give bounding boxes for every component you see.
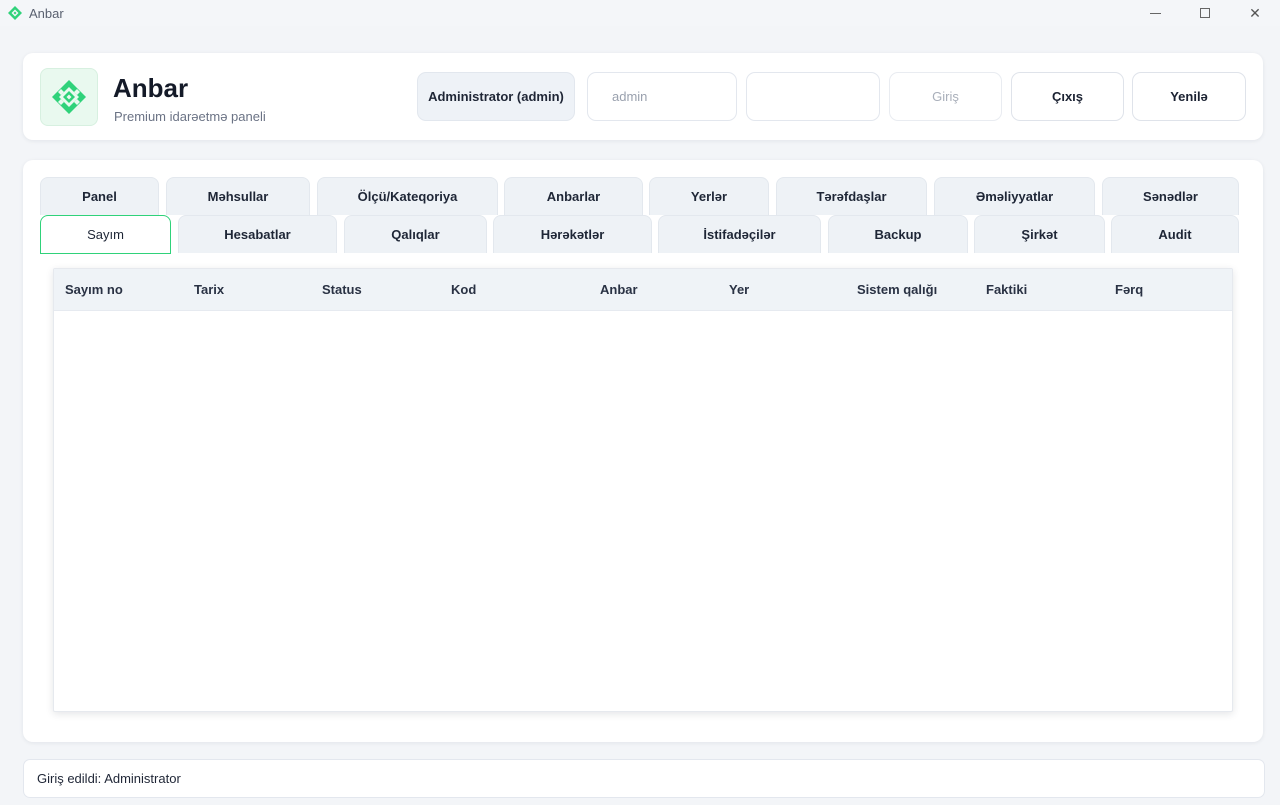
- tab-balances[interactable]: Qalıqlar: [344, 215, 487, 253]
- tab-users[interactable]: İstifadəçilər: [658, 215, 821, 253]
- close-button[interactable]: ✕: [1230, 0, 1280, 26]
- window-titlebar: Anbar ✕: [0, 0, 1280, 26]
- tab-warehouses[interactable]: Anbarlar: [504, 177, 643, 215]
- column-header-warehouse[interactable]: Anbar: [600, 269, 638, 311]
- column-header-system-balance[interactable]: Sistem qalığı: [857, 269, 937, 311]
- status-bar: Giriş edildi: Administrator: [23, 759, 1265, 798]
- app-subtitle: Premium idarəetmə paneli: [114, 109, 266, 124]
- diamond-logo-icon: [52, 80, 86, 114]
- column-header-code[interactable]: Kod: [451, 269, 476, 311]
- header-card: Anbar Premium idarəetmə paneli Administr…: [23, 53, 1263, 140]
- column-header-location[interactable]: Yer: [729, 269, 749, 311]
- tab-company[interactable]: Şirkət: [974, 215, 1105, 253]
- tab-audit[interactable]: Audit: [1111, 215, 1239, 253]
- login-button[interactable]: Giriş: [889, 72, 1002, 121]
- tab-products[interactable]: Məhsullar: [166, 177, 310, 215]
- status-text: Giriş edildi: Administrator: [37, 771, 181, 786]
- tab-operations[interactable]: Əməliyyatlar: [934, 177, 1095, 215]
- app-title: Anbar: [113, 73, 189, 103]
- tab-movements[interactable]: Hərəkətlər: [493, 215, 652, 253]
- minimize-icon: [1149, 12, 1161, 14]
- maximize-button[interactable]: [1180, 0, 1230, 26]
- tab-locations[interactable]: Yerlər: [649, 177, 769, 215]
- tab-documents[interactable]: Sənədlər: [1102, 177, 1239, 215]
- tab-partners[interactable]: Tərəfdaşlar: [776, 177, 927, 215]
- main-card: Panel Məhsullar Ölçü/Kateqoriya Anbarlar…: [23, 160, 1263, 742]
- count-table: Sayım no Tarix Status Kod Anbar Yer Sist…: [53, 268, 1233, 712]
- tab-count[interactable]: Sayım: [40, 215, 171, 254]
- close-icon: ✕: [1249, 4, 1261, 21]
- password-input[interactable]: [746, 72, 880, 121]
- logo: [40, 68, 98, 126]
- column-header-actual[interactable]: Faktiki: [986, 269, 1027, 311]
- tab-reports[interactable]: Hesabatlar: [178, 215, 337, 253]
- maximize-icon: [1200, 8, 1210, 18]
- column-header-difference[interactable]: Fərq: [1115, 269, 1143, 311]
- tab-panel[interactable]: Panel: [40, 177, 159, 215]
- column-header-count-no[interactable]: Sayım no: [65, 269, 123, 311]
- username-input[interactable]: admin: [587, 72, 737, 121]
- minimize-button[interactable]: [1130, 0, 1180, 26]
- role-badge: Administrator (admin): [417, 72, 575, 121]
- column-header-date[interactable]: Tarix: [194, 269, 224, 311]
- tab-units-categories[interactable]: Ölçü/Kateqoriya: [317, 177, 498, 215]
- window-title: Anbar: [29, 5, 64, 21]
- table-header: Sayım no Tarix Status Kod Anbar Yer Sist…: [54, 269, 1232, 311]
- column-header-status[interactable]: Status: [322, 269, 362, 311]
- refresh-button[interactable]: Yenilə: [1132, 72, 1246, 121]
- tab-backup[interactable]: Backup: [828, 215, 968, 253]
- logout-button[interactable]: Çıxış: [1011, 72, 1124, 121]
- diamond-logo-icon: [8, 6, 22, 20]
